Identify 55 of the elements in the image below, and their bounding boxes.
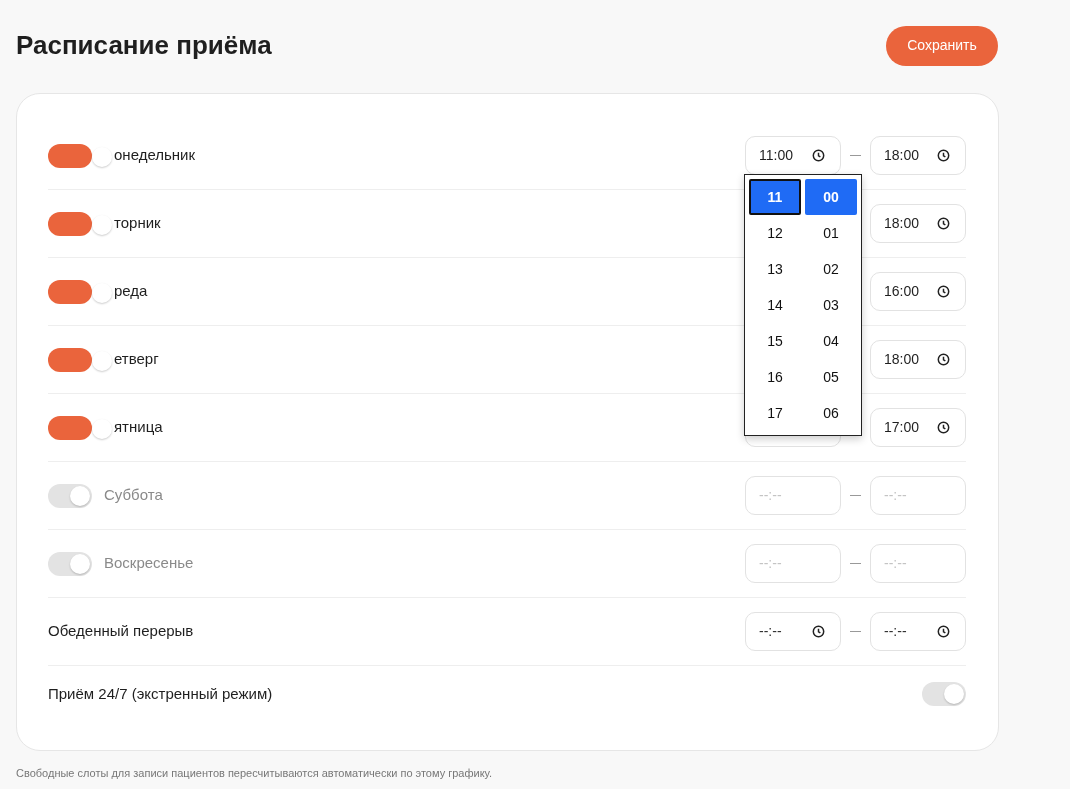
toggle-knob	[92, 282, 112, 303]
hour-option[interactable]: 14	[749, 287, 801, 323]
day-label: етверг	[114, 349, 159, 370]
toggle-switch[interactable]	[48, 415, 92, 440]
hour-option[interactable]: 15	[749, 323, 801, 359]
footnote: Свободные слоты для записи пациентов пересчитываются автоматически по этому графику.	[16, 766, 494, 781]
row-label: Приём 24/7 (экстренный режим)	[48, 683, 273, 704]
toggle-switch[interactable]	[48, 347, 92, 372]
range-dash	[850, 154, 861, 157]
toggle-knob	[92, 214, 112, 235]
hour-option[interactable]: 13	[749, 251, 801, 287]
toggle-knob	[92, 418, 112, 439]
time-field[interactable]: 18:00	[870, 136, 966, 175]
minute-option[interactable]: 00	[805, 179, 857, 215]
time-field[interactable]: --:--	[870, 612, 966, 651]
minute-option[interactable]: 01	[805, 215, 857, 251]
day-label: торник	[114, 213, 161, 234]
clock-icon	[937, 625, 950, 638]
minute-option[interactable]: 05	[805, 359, 857, 395]
time-field[interactable]: 11:00	[745, 136, 841, 175]
time-field[interactable]: --:--	[745, 612, 841, 651]
page-title: Расписание приёма	[16, 29, 272, 62]
day-label: ятница	[114, 417, 163, 438]
range-dash	[850, 630, 861, 633]
day-label: онедельник	[114, 145, 196, 166]
toggle-knob	[92, 350, 112, 371]
time-field[interactable]: 17:00	[870, 408, 966, 447]
clock-icon	[937, 149, 950, 162]
hour-option[interactable]: 11	[749, 179, 801, 215]
toggle-knob	[92, 146, 112, 167]
clock-icon	[812, 625, 825, 638]
day-label: реда	[114, 281, 148, 302]
clock-icon	[937, 421, 950, 434]
time-field[interactable]: 18:00	[870, 204, 966, 243]
toggle-switch[interactable]	[48, 279, 92, 304]
range-dash	[850, 562, 861, 565]
minute-option[interactable]: 04	[805, 323, 857, 359]
hour-option[interactable]: 16	[749, 359, 801, 395]
clock-icon	[812, 149, 825, 162]
clock-icon	[937, 353, 950, 366]
hour-option[interactable]: 12	[749, 215, 801, 251]
clock-icon	[937, 217, 950, 230]
row-label: Обеденный перерыв	[48, 621, 194, 642]
time-field[interactable]: 18:00	[870, 340, 966, 379]
minute-option[interactable]: 06	[805, 395, 857, 431]
minute-option[interactable]: 03	[805, 287, 857, 323]
time-field[interactable]: 16:00	[870, 272, 966, 311]
minute-option[interactable]: 02	[805, 251, 857, 287]
toggle-switch[interactable]	[48, 143, 92, 168]
hour-option[interactable]: 17	[749, 395, 801, 431]
clock-icon	[937, 285, 950, 298]
range-dash	[850, 494, 861, 497]
toggle-switch[interactable]	[48, 211, 92, 236]
day-label: Суббота	[104, 485, 163, 506]
day-label: Воскресенье	[104, 553, 194, 574]
